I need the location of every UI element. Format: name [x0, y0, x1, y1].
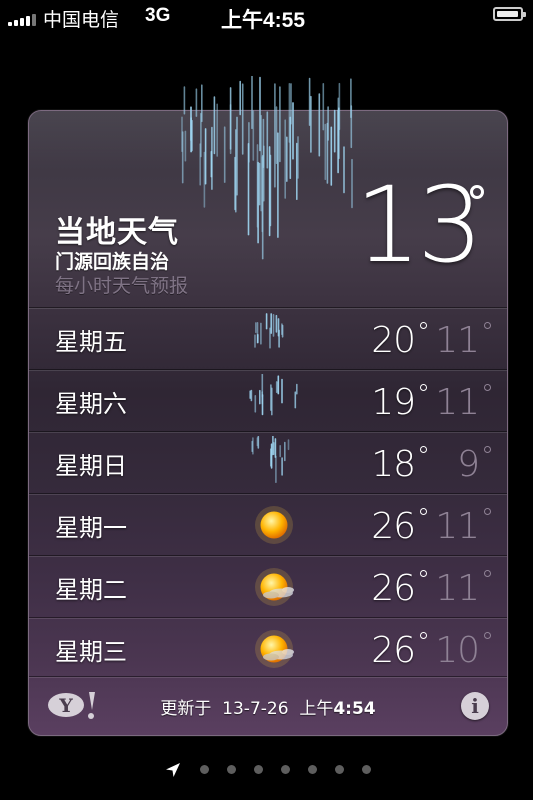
page-dot[interactable] — [200, 765, 209, 774]
status-time: 上午4:55 — [221, 9, 306, 32]
city-title: 当地天气 — [55, 215, 179, 250]
last-updated: 更新于 13-7-26 上午4:54 — [29, 694, 507, 719]
page-dot[interactable] — [227, 765, 236, 774]
degree-symbol — [484, 570, 491, 577]
degree-symbol — [420, 322, 427, 329]
rain-icon — [247, 435, 301, 490]
rain-icon — [181, 76, 353, 260]
status-bar: 中国电信 3G 上午4:55 — [0, 0, 533, 32]
forecast-day: 星期三 — [55, 638, 127, 666]
rain-icon — [247, 373, 301, 428]
forecast-high: 19 — [371, 382, 416, 423]
forecast-day: 星期五 — [55, 328, 127, 356]
degree-symbol — [484, 384, 491, 391]
forecast-low: 11 — [435, 382, 480, 423]
forecast-row-0: 星期五 20 11 — [29, 307, 507, 369]
page-dot[interactable] — [335, 765, 344, 774]
info-icon[interactable]: i — [461, 692, 489, 720]
page-dot[interactable] — [362, 765, 371, 774]
sun-cloud-icon — [247, 622, 301, 676]
degree-symbol — [420, 508, 427, 515]
forecast-high: 26 — [371, 568, 416, 609]
forecast-day: 星期六 — [55, 390, 127, 418]
forecast-day: 星期二 — [55, 576, 127, 604]
updated-label: 更新于 — [160, 699, 212, 719]
forecast-high: 20 — [371, 320, 416, 361]
forecast-row-5: 星期三 26 10 — [29, 617, 507, 679]
degree-symbol — [420, 632, 427, 639]
forecast-low: 9 — [457, 444, 480, 485]
hourly-forecast-link[interactable]: 每小时天气预报 — [55, 271, 188, 298]
network-type: 3G — [145, 5, 171, 26]
page-dot[interactable] — [308, 765, 317, 774]
degree-symbol — [484, 508, 491, 515]
forecast-list: 星期五 20 11 星期六 19 11 星期日 18 9 星期一 26 11 星… — [29, 307, 507, 679]
forecast-row-2: 星期日 18 9 — [29, 431, 507, 493]
current-temperature: 13 — [355, 164, 483, 286]
weather-footer: Y 更新于 13-7-26 上午4:54 i — [29, 676, 507, 735]
degree-symbol — [420, 384, 427, 391]
forecast-row-3: 星期一 26 11 — [29, 493, 507, 555]
forecast-low: 11 — [435, 506, 480, 547]
forecast-day: 星期日 — [55, 452, 127, 480]
page-control[interactable] — [164, 760, 384, 780]
location-arrow-icon[interactable] — [164, 761, 182, 779]
carrier-name: 中国电信 — [43, 10, 120, 31]
degree-symbol — [484, 446, 491, 453]
signal-strength-icon — [8, 12, 38, 26]
forecast-low: 10 — [435, 630, 480, 671]
forecast-row-1: 星期六 19 11 — [29, 369, 507, 431]
page-dot[interactable] — [254, 765, 263, 774]
forecast-day: 星期一 — [55, 514, 127, 542]
degree-symbol — [420, 446, 427, 453]
forecast-high: 26 — [371, 506, 416, 547]
forecast-low: 11 — [435, 320, 480, 361]
battery-icon — [493, 7, 526, 21]
forecast-low: 11 — [435, 568, 480, 609]
sun-icon — [247, 498, 301, 552]
degree-symbol — [484, 322, 491, 329]
sun-cloud-icon — [247, 560, 301, 614]
updated-ampm: 上午 — [299, 699, 334, 719]
degree-symbol — [420, 570, 427, 577]
degree-symbol — [484, 632, 491, 639]
degree-symbol — [470, 185, 484, 199]
updated-date: 13-7-26 — [222, 699, 289, 719]
page-dot[interactable] — [281, 765, 290, 774]
forecast-high: 26 — [371, 630, 416, 671]
forecast-high: 18 — [371, 444, 416, 485]
forecast-row-4: 星期二 26 11 — [29, 555, 507, 617]
battery-level — [497, 11, 518, 17]
city-location: 门源回族自治 — [55, 251, 170, 273]
updated-time: 4:54 — [333, 699, 376, 719]
rain-icon — [247, 312, 301, 366]
